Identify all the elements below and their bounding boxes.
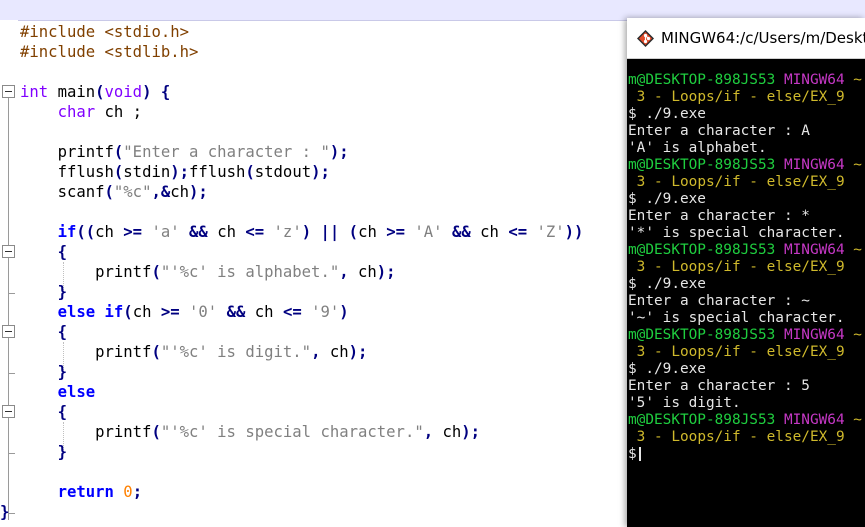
- terminal-command-line: $ ./9.exe: [628, 276, 706, 292]
- fold-else-block-icon[interactable]: [2, 405, 15, 418]
- code-line-close-brace: }: [57, 283, 67, 301]
- terminal-prompt-line: m@DESKTOP-898JS53 MINGW64 ~: [628, 157, 862, 173]
- terminal-title-bar[interactable]: MINGW64:/c/Users/m/Desktop: [627, 18, 865, 59]
- terminal-command-line: $ ./9.exe: [628, 361, 706, 377]
- fold-end-marker: [8, 293, 15, 294]
- code-line-scanf: scanf("%c",&ch);: [57, 183, 208, 201]
- code-line-printf-alpha: printf("'%c' is alphabet.", ch);: [95, 263, 396, 281]
- terminal-result-line: 'A' is alphabet.: [628, 140, 767, 156]
- terminal-result-line: '~' is special character.: [628, 310, 845, 326]
- code-line-if-alpha: if((ch >= 'a' && ch <= 'z') || (ch >= 'A…: [57, 223, 584, 241]
- fold-gutter: [0, 20, 18, 527]
- text-cursor: [638, 447, 641, 461]
- code-line-main-close: }: [0, 503, 10, 521]
- terminal-path-line: 3 - Loops/if - else/EX_9: [636, 429, 845, 445]
- code-line-include-stdio: #include <stdio.h>: [20, 23, 189, 41]
- fold-end-marker: [8, 453, 15, 454]
- code-line-close-brace: }: [57, 443, 67, 461]
- fold-main-icon[interactable]: [2, 85, 15, 98]
- terminal-path-line: 3 - Loops/if - else/EX_9: [636, 344, 845, 360]
- fold-if-block-icon[interactable]: [2, 245, 15, 258]
- terminal-command-line: $ ./9.exe: [628, 106, 706, 122]
- code-line-main: int main(void) {: [20, 83, 171, 101]
- terminal-input-line: Enter a character : A: [628, 123, 810, 139]
- code-line-close-brace: }: [57, 363, 67, 381]
- fold-line: [8, 98, 9, 520]
- code-line-else: else: [57, 383, 96, 401]
- terminal-input-line: Enter a character : 5: [628, 378, 810, 394]
- code-line-include-stdlib: #include <stdlib.h>: [20, 43, 199, 61]
- terminal-input-line: Enter a character : ~: [628, 293, 810, 309]
- terminal-title: MINGW64:/c/Users/m/Desktop: [661, 29, 865, 47]
- code-line-printf-special: printf("'%c' is special character.", ch)…: [95, 423, 481, 441]
- code-line-printf-prompt: printf("Enter a character : ");: [57, 143, 349, 161]
- terminal-prompt-line: m@DESKTOP-898JS53 MINGW64 ~: [628, 242, 862, 258]
- code-line-fflush: fflush(stdin);fflush(stdout);: [57, 163, 330, 181]
- git-bash-icon: [637, 30, 654, 47]
- terminal-result-line: '*' is special character.: [628, 225, 845, 241]
- code-line-open-brace: {: [57, 403, 67, 421]
- terminal-command-line: $ ./9.exe: [628, 191, 706, 207]
- terminal-path-line: 3 - Loops/if - else/EX_9: [636, 259, 845, 275]
- terminal-window[interactable]: MINGW64:/c/Users/m/Desktop m@DESKTOP-898…: [627, 18, 865, 527]
- terminal-output[interactable]: m@DESKTOP-898JS53 MINGW64 ~ 3 - Loops/if…: [627, 72, 865, 463]
- code-line-char-decl: char ch ;: [57, 103, 143, 121]
- code-line-open-brace: {: [57, 323, 67, 341]
- code-line-else-if-digit: else if(ch >= '0' && ch <= '9'): [57, 303, 349, 321]
- code-line-open-brace: {: [57, 243, 67, 261]
- fold-else-if-block-icon[interactable]: [2, 325, 15, 338]
- terminal-prompt-line: m@DESKTOP-898JS53 MINGW64 ~: [628, 327, 862, 343]
- terminal-input-prompt[interactable]: $: [627, 446, 865, 463]
- terminal-prompt-line: m@DESKTOP-898JS53 MINGW64 ~: [628, 72, 862, 88]
- terminal-input-line: Enter a character : *: [628, 208, 810, 224]
- terminal-result-line: '5' is digit.: [628, 395, 741, 411]
- code-line-printf-digit: printf("'%c' is digit.", ch);: [95, 343, 368, 361]
- terminal-path-line: 3 - Loops/if - else/EX_9: [636, 89, 845, 105]
- terminal-prompt-line: m@DESKTOP-898JS53 MINGW64 ~: [628, 412, 862, 428]
- terminal-path-line: 3 - Loops/if - else/EX_9: [636, 174, 845, 190]
- code-line-return: return 0;: [57, 483, 143, 501]
- fold-end-marker: [8, 373, 15, 374]
